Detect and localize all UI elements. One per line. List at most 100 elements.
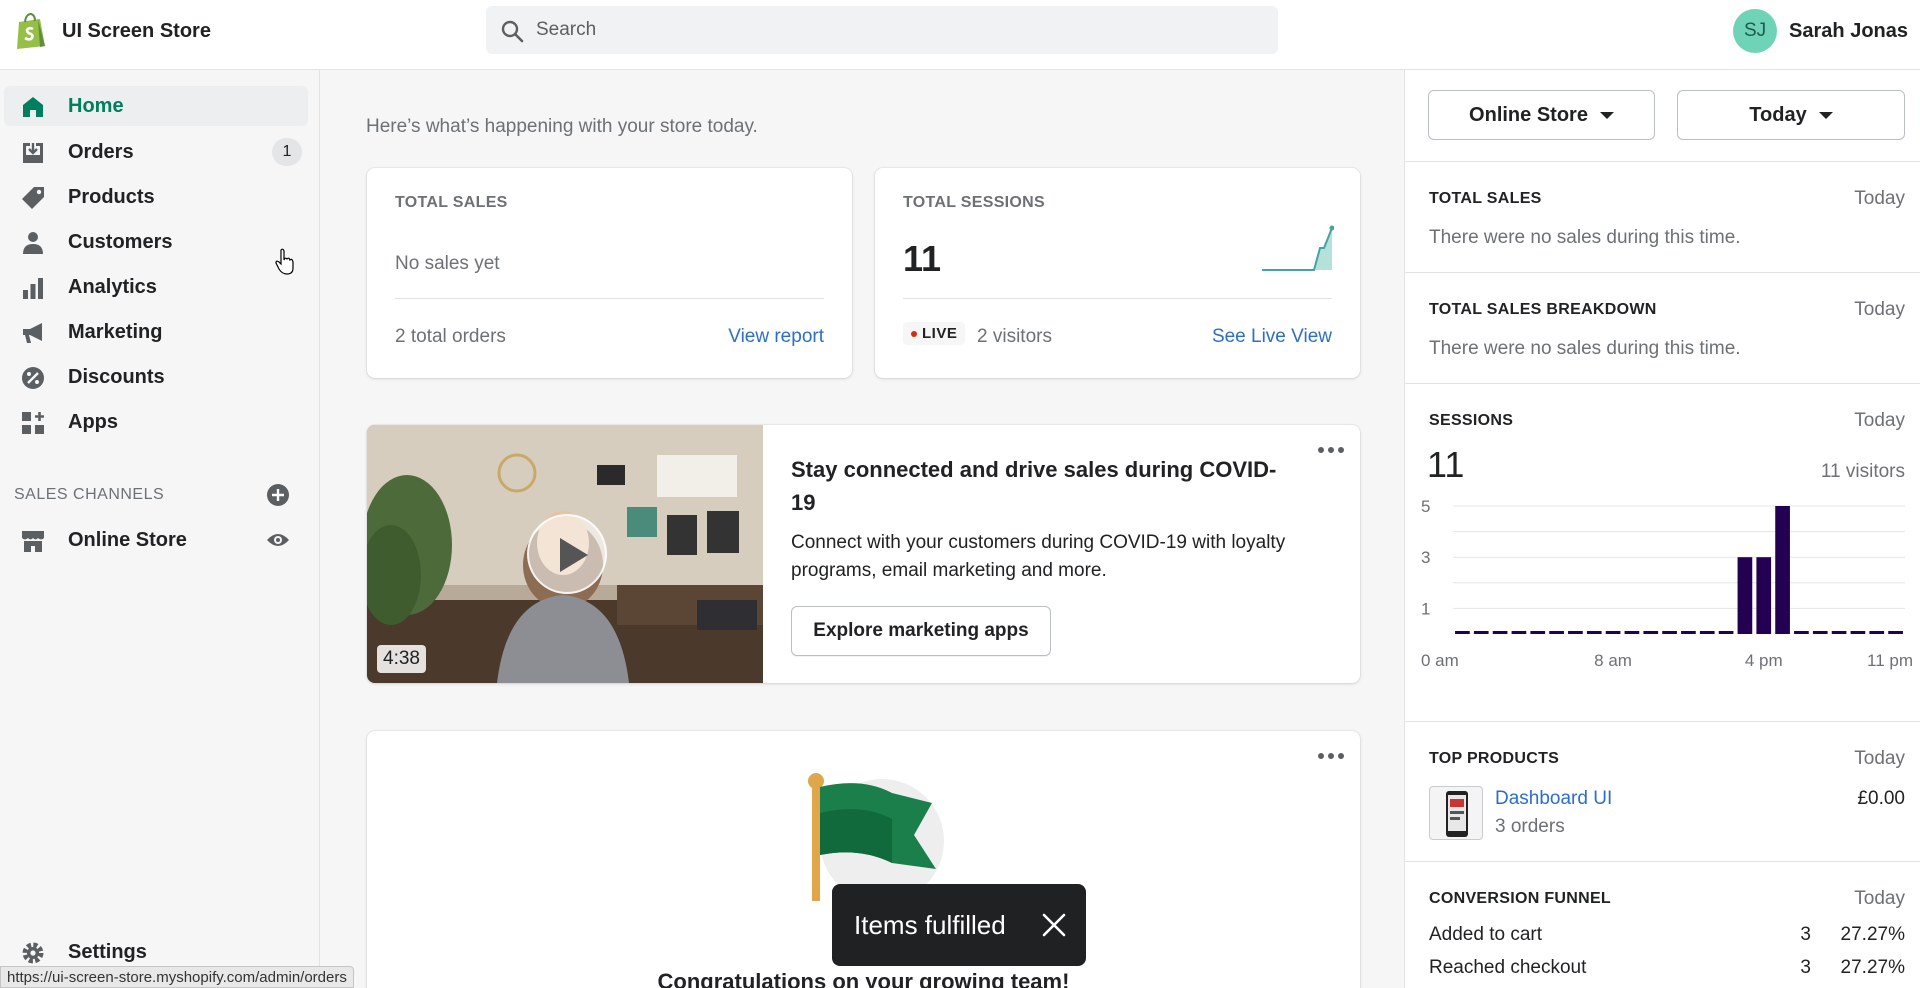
sidebar-item-orders[interactable]: Orders 1 [4,132,308,172]
session-bar [1492,631,1508,634]
see-live-view-link[interactable]: See Live View [1212,326,1332,348]
search-bar[interactable] [486,6,1278,54]
product-orders: 3 orders [1495,816,1565,837]
section-text: There were no sales during this time. [1429,227,1741,248]
session-bar [1718,631,1734,634]
funnel-label: Reached checkout [1429,957,1587,978]
sales-channels-heading: SALES CHANNELS [14,486,165,503]
video-thumbnail[interactable]: 4:38 [367,425,763,683]
session-bar [1794,631,1809,634]
session-bar [1624,631,1640,634]
session-bar [1812,631,1828,634]
promo-card: 4:38 Stay connected and drive sales duri… [367,425,1360,683]
sessions-value: 11 [1427,444,1465,485]
sidebar-item-marketing[interactable]: Marketing [4,312,308,352]
session-bar [1869,631,1885,634]
hand-cursor-icon [275,248,294,275]
funnel-row: Reached checkout 3 27.27% [1429,957,1905,979]
sidebar-item-label: Products [68,185,155,208]
toast-text: Items fulfilled [854,909,1006,940]
bar-chart-icon [23,278,43,299]
card-divider [903,298,1332,299]
view-report-link[interactable]: View report [728,326,824,348]
session-bar [1586,631,1602,634]
more-horizontal-icon[interactable] [1317,445,1345,455]
store-icon [22,531,44,552]
sidebar-item-label: Orders [68,140,134,163]
session-bar [1549,631,1564,634]
sidebar-item-label: Settings [68,940,147,963]
session-bar [1888,631,1903,634]
session-bar [1662,631,1677,634]
sidebar-item-customers[interactable]: Customers [4,222,308,262]
eye-icon[interactable] [266,530,290,550]
session-bar [1455,631,1470,634]
session-bar [1699,631,1715,634]
section-heading: SESSIONS [1429,412,1514,429]
shopify-bag-icon [17,12,45,49]
card-divider [395,298,824,299]
avatar: SJ [1733,9,1778,53]
session-bar [1530,631,1546,634]
top-bar: UI Screen Store SJ Sarah Jonas [0,0,1920,70]
session-bar [1511,631,1527,634]
toast-notification: Items fulfilled [832,884,1086,966]
caret-down-icon [1599,111,1614,119]
more-horizontal-icon[interactable] [1317,751,1345,761]
date-filter-label: Today [1749,103,1807,126]
y-tick-label: 3 [1421,548,1430,567]
section-text: There were no sales during this time. [1429,338,1741,359]
megaphone-icon [23,323,42,343]
x-tick-label: 8 am [1594,651,1632,670]
sidebar-item-home[interactable]: Home [4,86,308,126]
sidebar-item-products[interactable]: Products [4,177,308,217]
sidebar-item-label: Customers [68,230,173,253]
total-sessions-card: TOTAL SESSIONS 11 LIVE 2 visitors See Li… [875,168,1360,378]
channel-filter-dropdown[interactable]: Online Store [1428,90,1655,140]
product-thumbnail[interactable] [1429,786,1483,840]
session-bar [1681,631,1696,634]
total-sales-value: No sales yet [395,253,500,274]
funnel-count: 3 [1800,957,1811,978]
x-tick-label: 4 pm [1745,651,1783,670]
sidebar-item-label: Discounts [68,365,165,388]
explore-marketing-apps-button[interactable]: Explore marketing apps [791,606,1051,656]
sidebar-item-apps[interactable]: Apps [4,402,308,442]
session-bar [1831,631,1847,634]
card-heading: TOTAL SALES [395,194,508,211]
total-sales-section: TOTAL SALES Today There were no sales du… [1405,162,1920,273]
sidebar-item-label: Apps [68,410,118,433]
sidebar-item-online-store[interactable]: Online Store [4,520,308,560]
live-dot [911,330,917,337]
sidebar-item-discounts[interactable]: Discounts [4,357,308,397]
close-icon[interactable] [1042,913,1066,937]
gear-icon [22,942,44,964]
funnel-percent: 27.27% [1840,957,1905,978]
discount-icon [22,367,44,389]
user-name: Sarah Jonas [1789,19,1908,42]
section-date: Today [1854,888,1905,909]
section-heading: CONVERSION FUNNEL [1429,890,1611,907]
product-image [1446,791,1468,837]
date-filter-dropdown[interactable]: Today [1677,90,1905,140]
search-input[interactable] [536,19,1236,41]
total-orders-text: 2 total orders [395,326,506,347]
home-icon [23,97,43,117]
filters-section: Online Store Today [1405,70,1920,162]
sessions-sparkline [1262,225,1334,271]
add-circle-icon[interactable] [266,483,290,507]
store-name: UI Screen Store [62,19,211,42]
sidebar-item-analytics[interactable]: Analytics [4,267,308,307]
sessions-visitors: 11 visitors [1820,461,1905,482]
orders-icon [23,143,43,163]
page-intro: Here’s what’s happening with your store … [366,116,758,137]
play-button[interactable] [527,514,607,594]
product-name-link[interactable]: Dashboard UI [1495,788,1612,810]
sessions-value: 11 [903,238,942,279]
user-menu[interactable]: SJ Sarah Jonas [1733,9,1908,53]
sidebar-item-label: Online Store [68,528,187,551]
brand[interactable]: UI Screen Store [14,12,211,50]
orders-count-badge: 1 [272,138,302,166]
promo-title: Stay connected and drive sales during CO… [791,457,1277,515]
sidebar-item-label: Analytics [68,275,157,298]
